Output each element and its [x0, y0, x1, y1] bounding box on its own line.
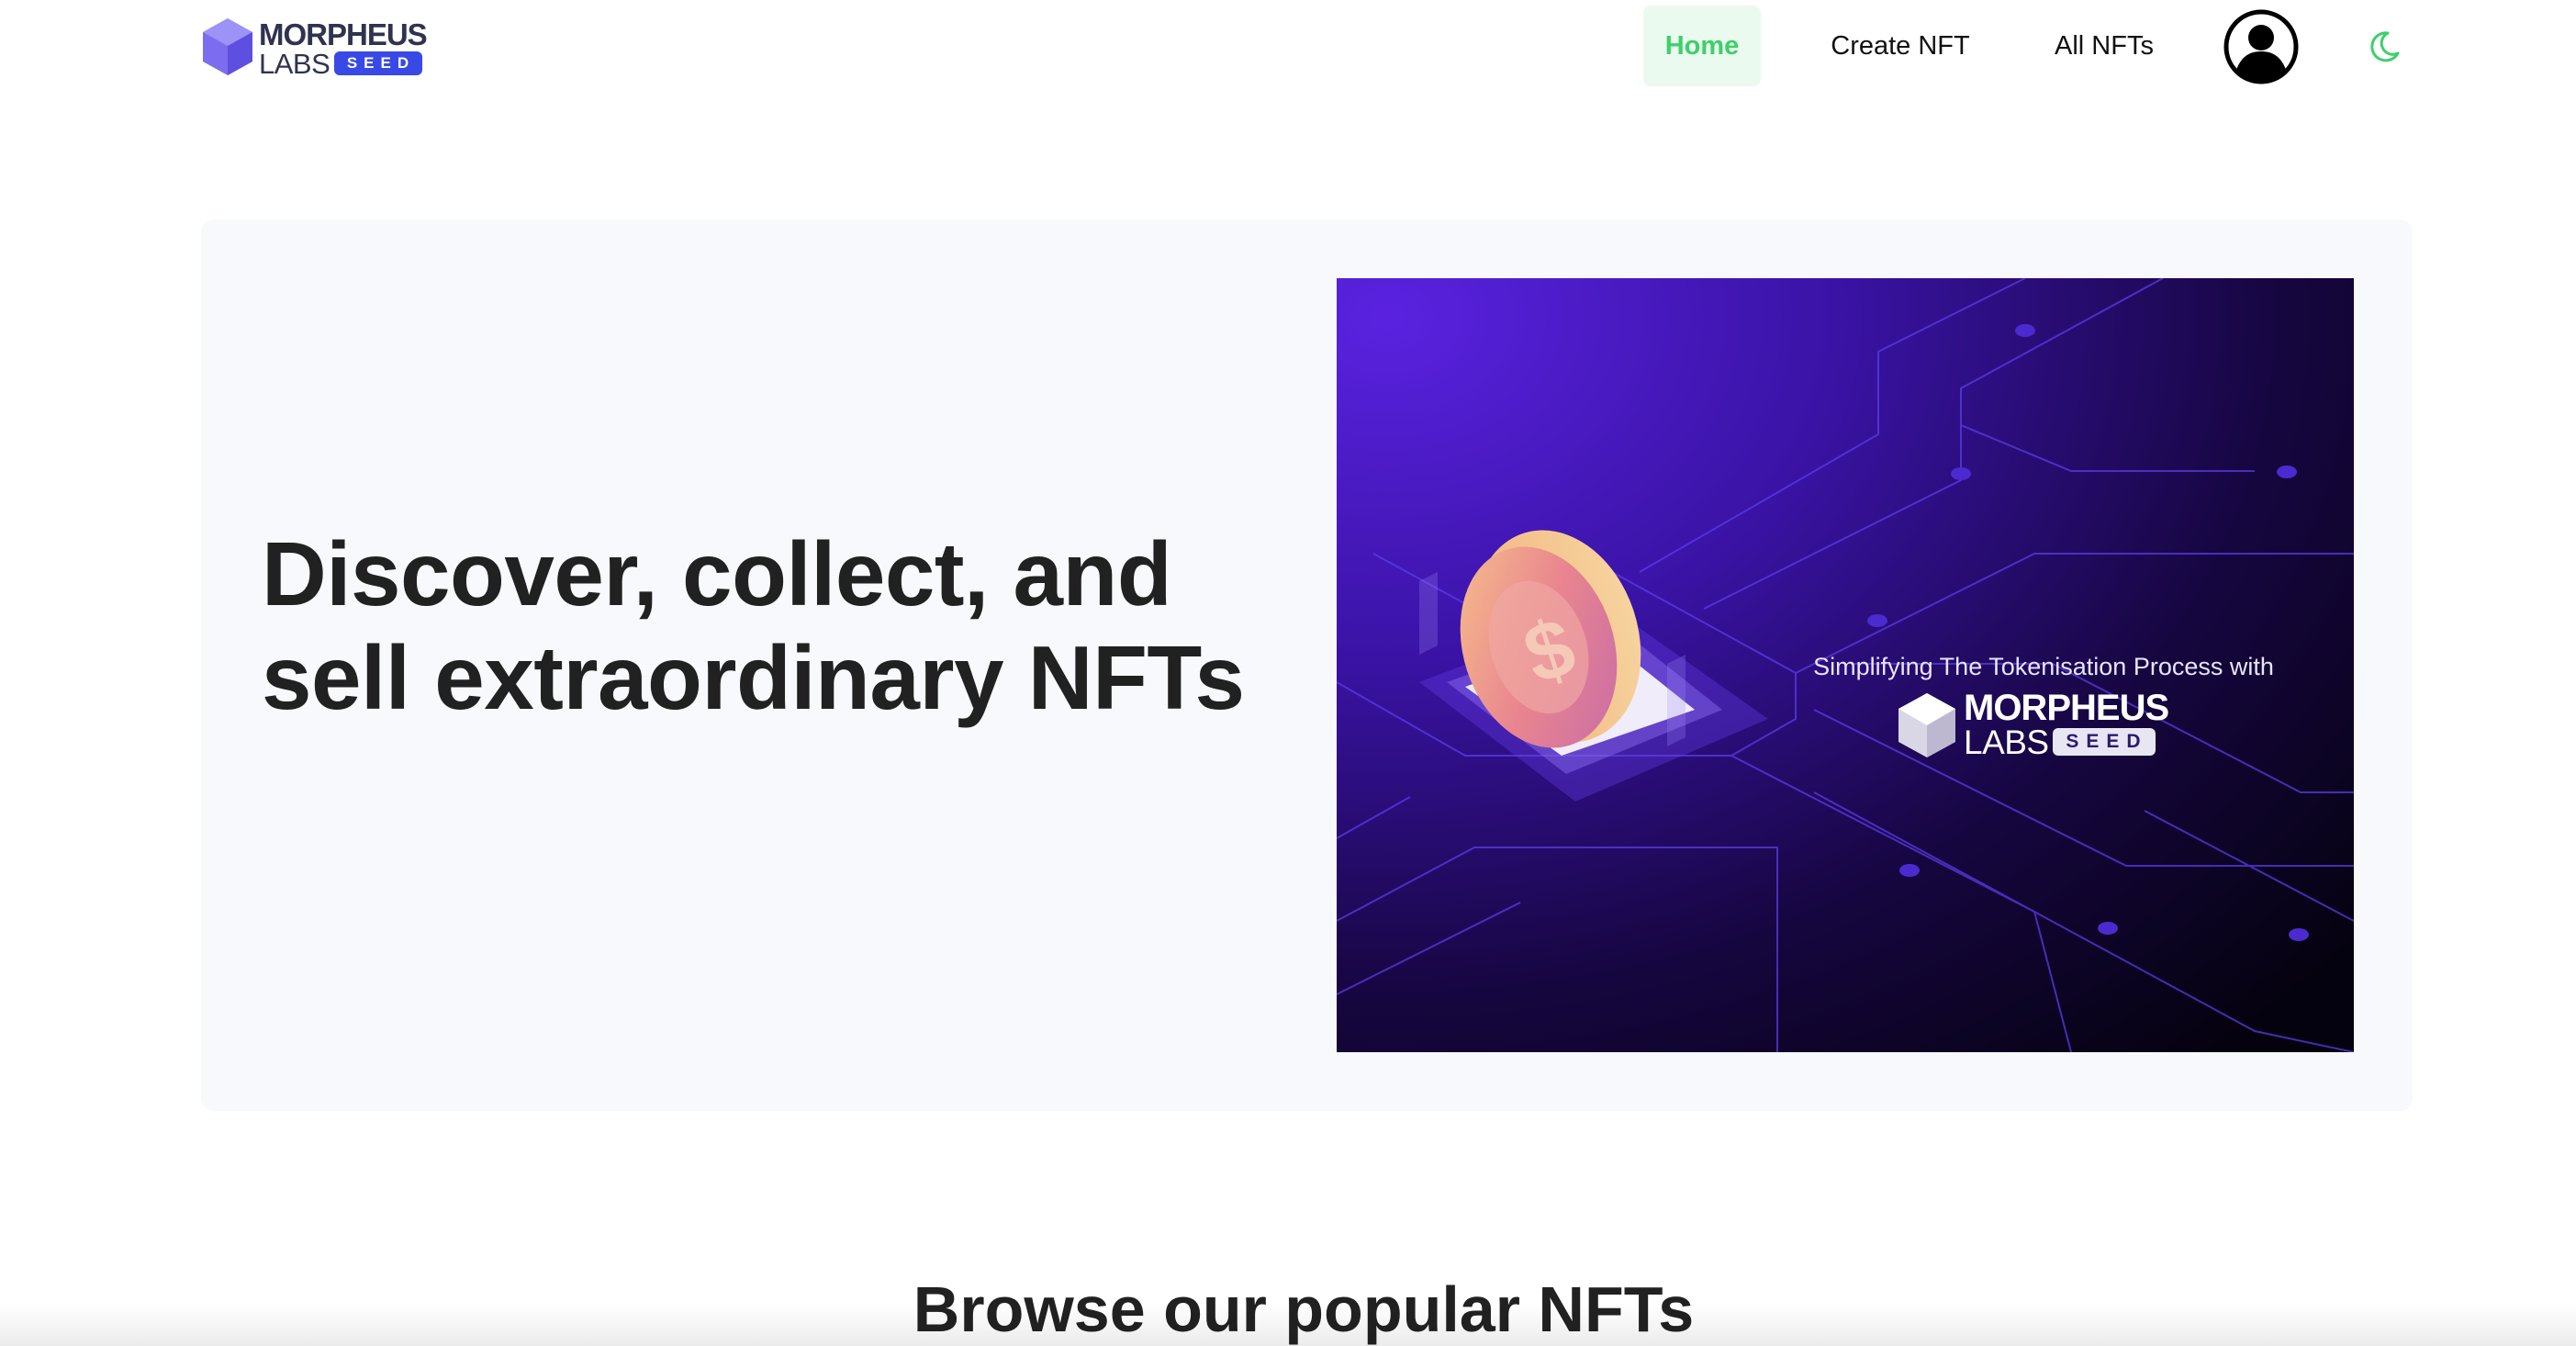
hero-title: Discover, collect, and sell extraordinar… — [262, 522, 1363, 730]
nav-create-nft-link[interactable]: Create NFT — [1818, 6, 1983, 86]
hero-section: Discover, collect, and sell extraordinar… — [201, 219, 2413, 1111]
banner-cube-icon — [1898, 693, 1955, 757]
banner-caption: Simplifying The Tokenisation Process wit… — [1813, 653, 2274, 680]
moon-icon[interactable] — [2366, 28, 2402, 65]
hero-title-line1: Discover, collect, and — [262, 523, 1172, 624]
brand-badge: SEED — [334, 51, 422, 75]
nav-all-nfts-link[interactable]: All NFTs — [2043, 6, 2166, 86]
brand-logo[interactable]: MORPHEUS LABS SEED — [201, 17, 428, 80]
page: MORPHEUS LABS SEED Home Create NFT All N… — [0, 0, 2576, 1346]
banner-logo-line2: LABS — [1964, 723, 2049, 761]
banner-brand-logo: MORPHEUS LABS SEED — [1897, 690, 2172, 763]
banner-logo-badge: SEED — [2053, 728, 2156, 756]
brand-name-line2: LABS — [259, 48, 330, 80]
hero-banner-image: $ Simplifying The Tokenisation Process w… — [1337, 278, 2354, 1052]
banner-logo-line1: MORPHEUS — [1964, 688, 2169, 728]
nav-home-link[interactable]: Home — [1643, 6, 1761, 86]
top-navbar: MORPHEUS LABS SEED Home Create NFT All N… — [0, 0, 2576, 92]
brand-name-line1: MORPHEUS — [259, 17, 428, 51]
hero-title-line2: sell extraordinary NFTs — [262, 627, 1245, 728]
popular-nfts-heading: Browse our popular NFTs — [913, 1273, 1695, 1345]
user-circle-icon[interactable] — [2223, 9, 2299, 84]
cube-logo-icon — [203, 18, 252, 75]
